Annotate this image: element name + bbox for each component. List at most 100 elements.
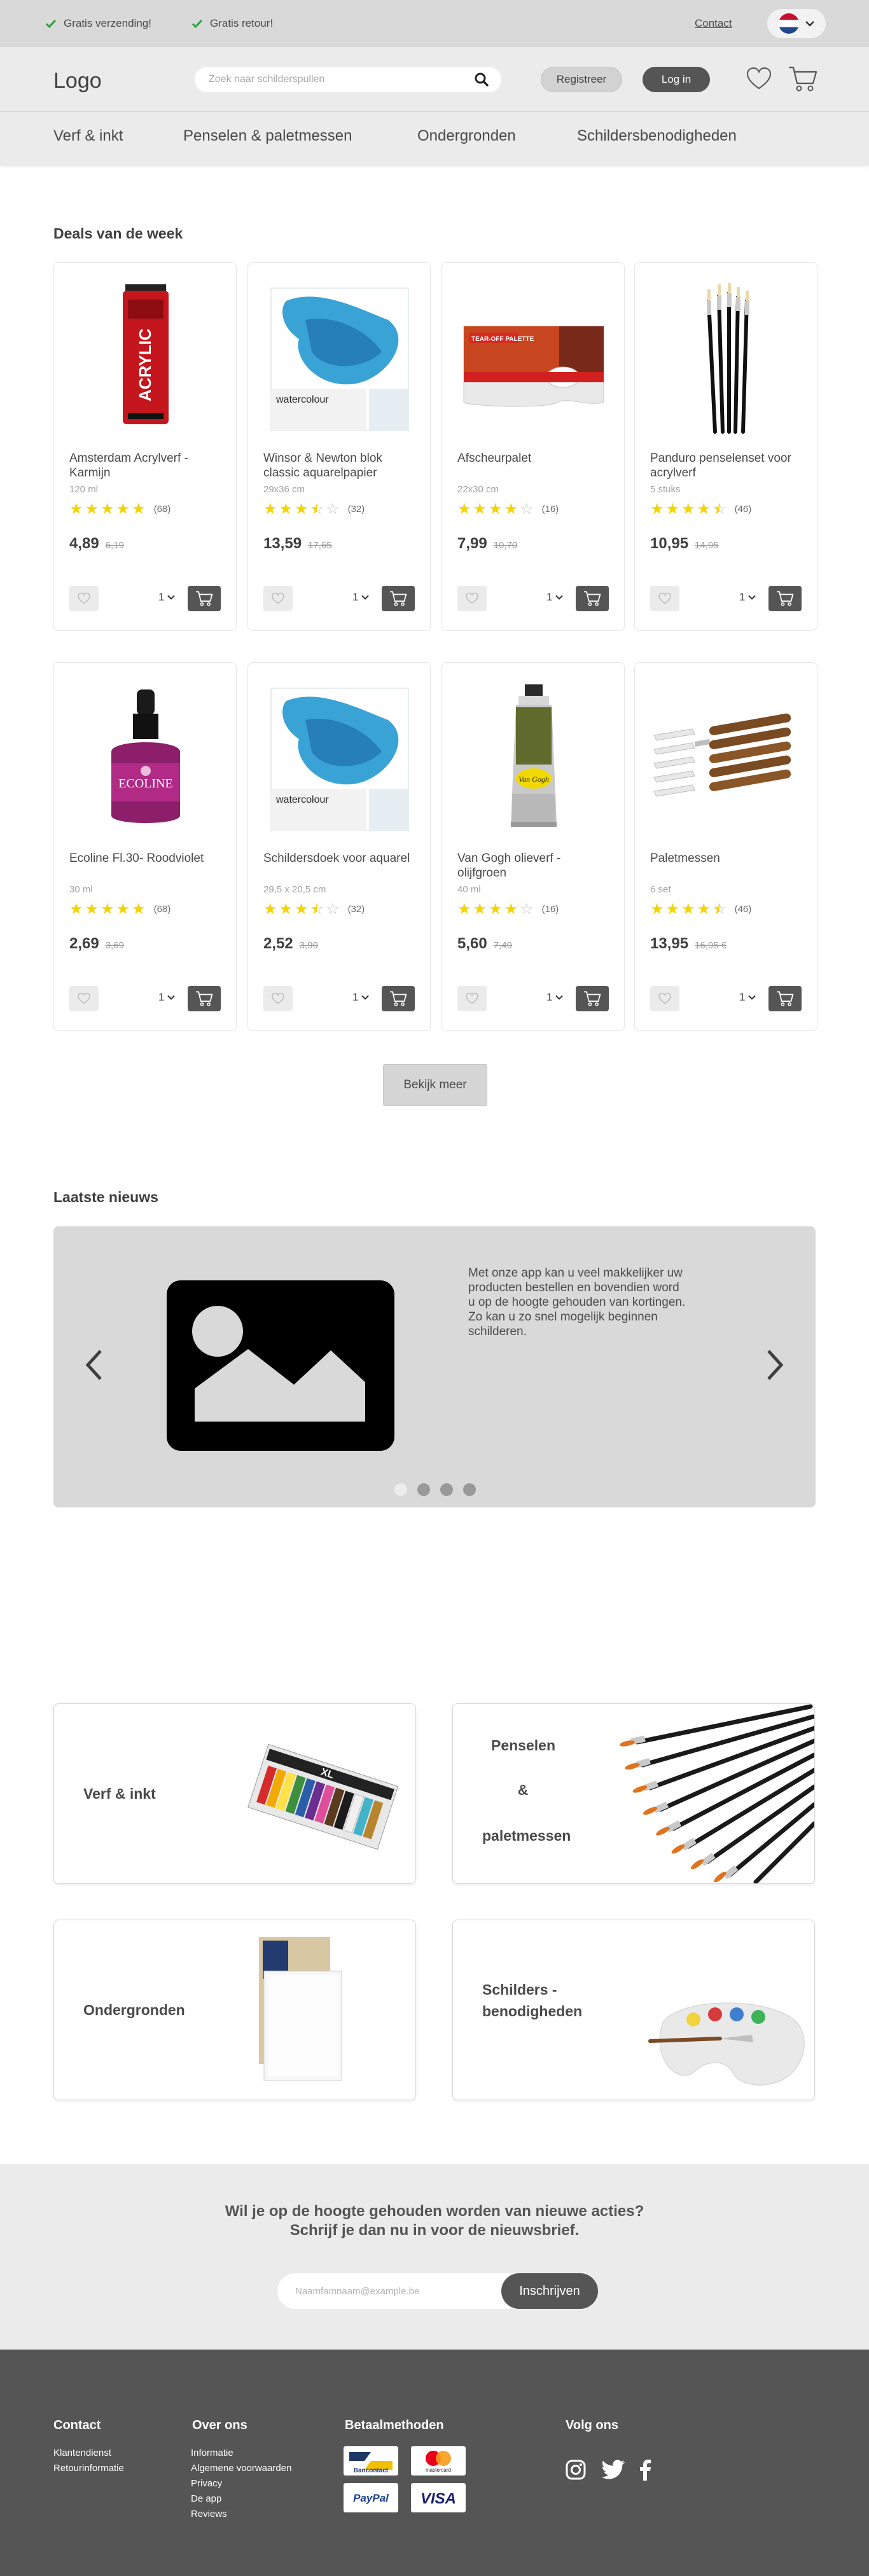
add-to-cart-button[interactable] xyxy=(382,986,415,1011)
facebook-icon[interactable] xyxy=(639,2459,651,2481)
product-rating: ★ ★ ★ ★ ☆ (16) xyxy=(457,900,559,918)
wishlist-button[interactable] xyxy=(457,586,487,611)
category-supplies[interactable]: Schilders - benodigheden xyxy=(452,1920,815,2100)
show-more-button[interactable]: Bekijk meer xyxy=(383,1064,487,1106)
footer-link-reviews[interactable]: Reviews xyxy=(191,2509,291,2519)
product-card[interactable]: ACRYLIC Amsterdam Acrylverf - Karmijn 120 … xyxy=(53,262,237,631)
quantity-select[interactable]: 1 xyxy=(158,991,176,1004)
nav-item-grounds[interactable]: Ondergronden xyxy=(417,127,516,145)
product-image[interactable]: TEAR-OFF PALETTE xyxy=(455,282,613,434)
image-placeholder-icon xyxy=(167,1280,394,1451)
instagram-icon[interactable] xyxy=(565,2459,587,2481)
twitter-icon[interactable] xyxy=(601,2459,626,2481)
product-name[interactable]: Amsterdam Acrylverf - Karmijn xyxy=(69,451,222,480)
product-name[interactable]: Panduro penselenset voor acrylverf xyxy=(650,451,803,480)
cart-icon[interactable] xyxy=(788,65,818,93)
product-image[interactable]: watercolour xyxy=(261,282,419,434)
wishlist-button[interactable] xyxy=(69,986,99,1011)
product-image[interactable]: ACRYLIC xyxy=(67,282,225,434)
wishlist-button[interactable] xyxy=(650,986,679,1011)
wishlist-button[interactable] xyxy=(457,986,487,1011)
product-card[interactable]: Van Gogh Van Gogh olieverf - olijfgroen 40… xyxy=(441,662,625,1031)
add-to-cart-button[interactable] xyxy=(188,986,221,1011)
nav-item-brushes[interactable]: Penselen & paletmessen xyxy=(183,127,352,145)
wishlist-button[interactable] xyxy=(650,586,679,611)
login-button[interactable]: Log in xyxy=(643,67,710,92)
add-to-cart-button[interactable] xyxy=(768,986,802,1011)
quantity-select[interactable]: 1 xyxy=(739,591,756,604)
product-card[interactable]: watercolour Winsor & Newton blok classic … xyxy=(247,262,431,631)
footer-link-terms[interactable]: Algemene voorwaarden xyxy=(191,2463,291,2474)
product-size: 6 set xyxy=(650,884,671,895)
check-icon xyxy=(191,19,203,29)
quantity-select[interactable]: 1 xyxy=(158,591,176,604)
product-image[interactable]: Van Gogh xyxy=(455,682,613,834)
chevron-right-icon[interactable] xyxy=(762,1346,788,1384)
subscribe-button[interactable]: Inschrijven xyxy=(501,2273,598,2309)
heart-icon[interactable] xyxy=(746,66,772,92)
quantity-select[interactable]: 1 xyxy=(352,991,370,1004)
footer-link-returns[interactable]: Retourinformatie xyxy=(53,2463,124,2474)
category-paint[interactable]: Verf & inkt XL xyxy=(53,1703,416,1884)
product-image[interactable] xyxy=(648,282,805,434)
product-name[interactable]: Van Gogh olieverf - olijfgroen xyxy=(457,851,610,880)
footer-link-info[interactable]: Informatie xyxy=(191,2448,291,2458)
add-to-cart-button[interactable] xyxy=(768,586,802,611)
register-button[interactable]: Registreer xyxy=(541,67,622,92)
email-field[interactable] xyxy=(295,2273,486,2309)
search-icon[interactable] xyxy=(475,73,489,87)
product-name[interactable]: Afscheurpalet xyxy=(457,451,610,466)
logo[interactable]: Logo xyxy=(53,69,102,93)
add-to-cart-button[interactable] xyxy=(188,586,221,611)
add-to-cart-button[interactable] xyxy=(576,986,609,1011)
product-name[interactable]: Paletmessen xyxy=(650,851,803,866)
product-card[interactable]: ECOLINE Ecoline Fl.30- Roodviolet 30 ml ★ ★ ★… xyxy=(53,662,237,1031)
category-brushes[interactable]: Penselen & paletmessen xyxy=(452,1703,815,1884)
search-input[interactable] xyxy=(209,67,463,92)
footer-link-customer-service[interactable]: Klantendienst xyxy=(53,2448,124,2458)
product-card[interactable]: Paletmessen6 set★★★★☆★(46)13,9516,95 €1 xyxy=(634,662,817,1031)
slider-dot[interactable] xyxy=(394,1483,407,1496)
product-image[interactable] xyxy=(648,682,805,834)
slider-dot[interactable] xyxy=(440,1483,453,1496)
wishlist-button[interactable] xyxy=(69,586,99,611)
contact-link[interactable]: Contact xyxy=(695,17,732,30)
product-card[interactable]: watercolour Schildersdoek voor aquarel 29,… xyxy=(247,662,431,1031)
old-price: 14,95 xyxy=(695,540,719,551)
cart-icon xyxy=(584,991,601,1006)
wishlist-button[interactable] xyxy=(263,586,293,611)
language-selector[interactable] xyxy=(767,9,826,38)
star-full-icon: ★ xyxy=(279,501,293,518)
footer-link-privacy[interactable]: Privacy xyxy=(191,2478,291,2489)
quantity-select[interactable]: 1 xyxy=(546,991,564,1004)
product-name[interactable]: Winsor & Newton blok classic aquarelpapi… xyxy=(263,451,416,480)
nav-item-supplies[interactable]: Schildersbenodigheden xyxy=(577,127,737,145)
star-full-icon: ★ xyxy=(489,501,503,518)
product-name[interactable]: Ecoline Fl.30- Roodviolet xyxy=(69,851,222,866)
product-card[interactable]: TEAR-OFF PALETTE Afscheurpalet 22x30 cm ★ ★ ★… xyxy=(441,262,625,631)
slider-dot[interactable] xyxy=(417,1483,430,1496)
quantity-select[interactable]: 1 xyxy=(546,591,564,604)
chevron-left-icon[interactable] xyxy=(81,1346,107,1384)
wishlist-button[interactable] xyxy=(263,986,293,1011)
add-to-cart-button[interactable] xyxy=(576,586,609,611)
star-full-icon: ★ xyxy=(69,501,83,518)
quantity-value: 1 xyxy=(739,991,746,1003)
quantity-select[interactable]: 1 xyxy=(352,591,370,604)
nav-item-paint[interactable]: Verf & inkt xyxy=(53,127,123,145)
svg-text:ECOLINE: ECOLINE xyxy=(118,777,173,791)
quantity-value: 1 xyxy=(158,591,165,603)
add-to-cart-button[interactable] xyxy=(382,586,415,611)
current-price: 13,59 xyxy=(263,535,302,552)
product-card[interactable]: Panduro penselenset voor acrylverf 5 stuk… xyxy=(634,262,817,631)
chevron-down-icon xyxy=(555,995,564,1000)
quantity-select[interactable]: 1 xyxy=(739,991,756,1004)
product-price: 2,52 3,99 xyxy=(263,935,318,953)
product-name[interactable]: Schildersdoek voor aquarel xyxy=(263,851,416,866)
footer-link-app[interactable]: De app xyxy=(191,2493,291,2504)
product-image[interactable]: watercolour xyxy=(261,682,419,834)
category-grounds[interactable]: Ondergronden xyxy=(53,1920,416,2100)
product-image[interactable]: ECOLINE xyxy=(67,682,225,834)
top-bar: Gratis verzending! Gratis retour! Contac… xyxy=(0,0,869,47)
slider-dot[interactable] xyxy=(463,1483,476,1496)
